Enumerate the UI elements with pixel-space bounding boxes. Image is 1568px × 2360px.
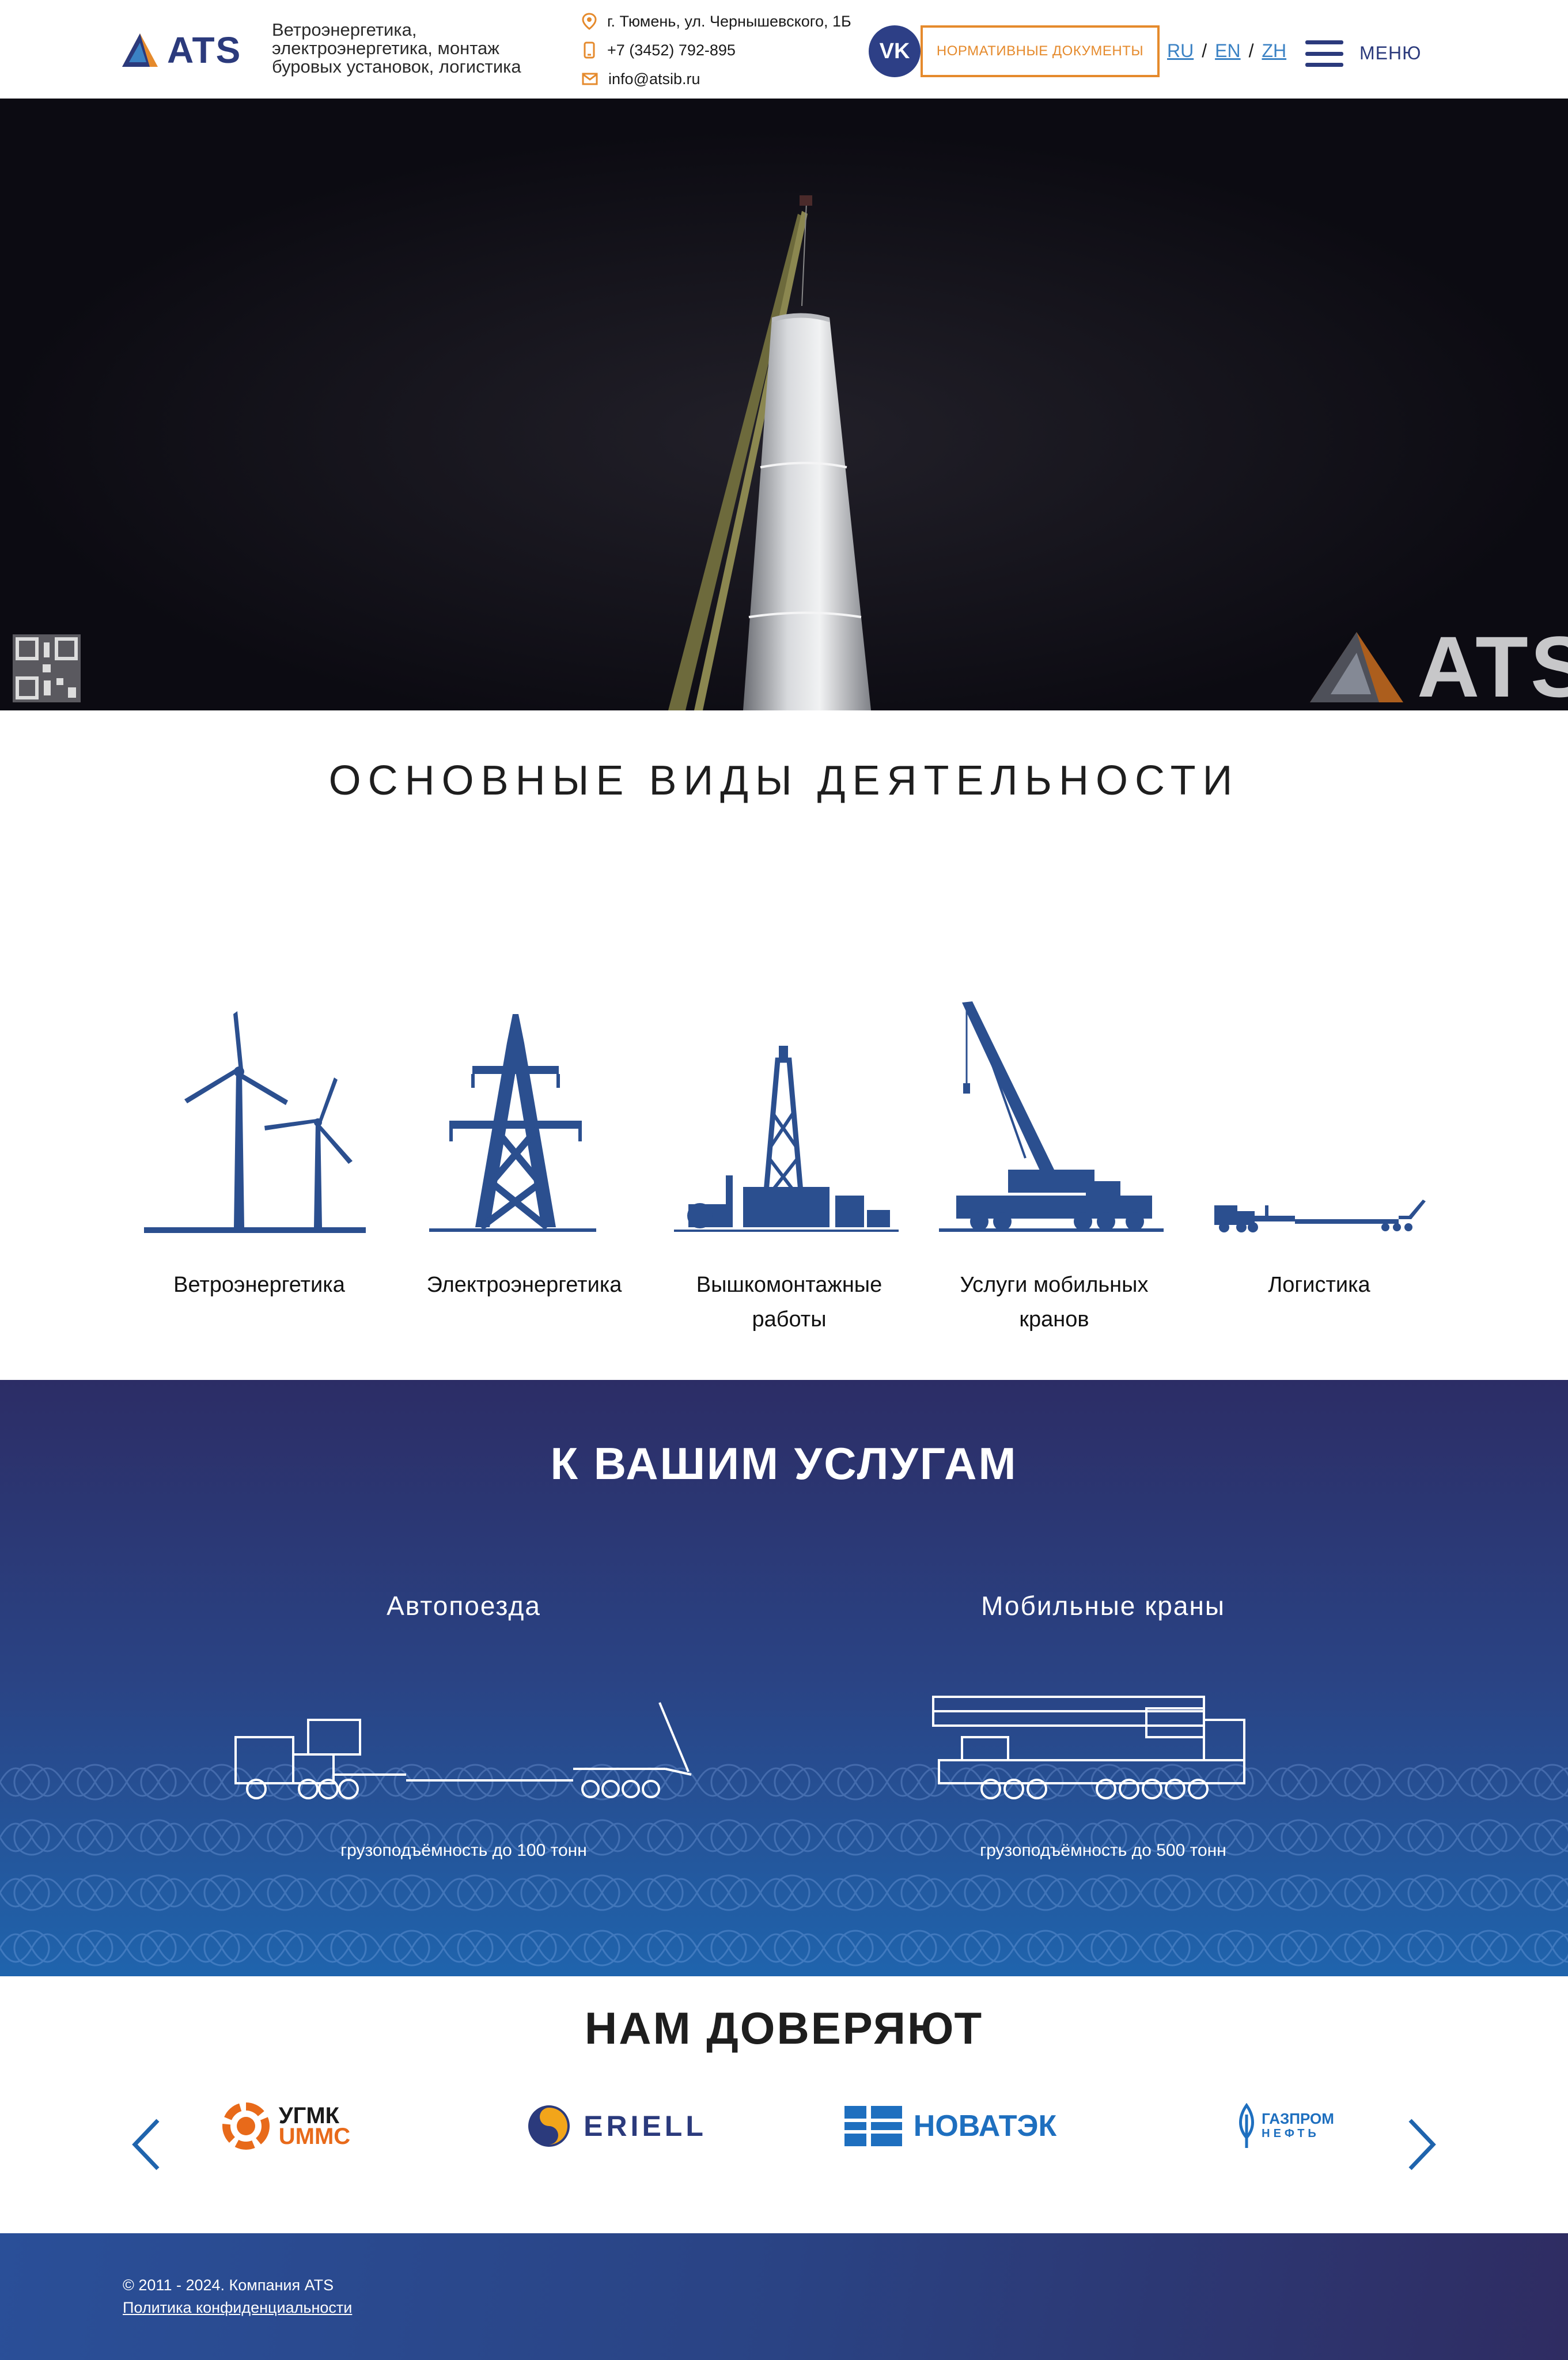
activity-mobile-crane-services[interactable]: Услуги мобильных кранов [927,979,1181,1348]
lang-en[interactable]: EN [1215,40,1240,62]
ats-logo[interactable]: ATS [121,29,241,71]
logo-text: ATS [167,29,242,71]
activity-label: Услуги мобильных кранов [960,1273,1149,1332]
hero-video[interactable]: ATS [0,99,1568,710]
truck-trailer-icon [1214,1200,1426,1232]
client-logo-text: ERIELL [584,2110,707,2142]
client-logo-text: ГАЗПРОМ [1262,2110,1334,2127]
service-mobile-cranes[interactable]: Мобильные краны [844,1590,1362,1621]
client-logo-ugmk[interactable]: УГМК UMMC [207,2092,363,2161]
address-row: г. Тюмень, ул. Чернышевского, 1Б [582,7,881,36]
client-logo-text: НЕФТЬ [1262,2127,1320,2140]
service-capacity: грузоподъёмность до 500 тонн [980,1841,1226,1860]
mobile-crane-outline-icon [932,1696,1245,1799]
client-logo-eriell[interactable]: ERIELL [518,2092,714,2161]
activity-label: Логистика [1268,1273,1370,1297]
clients-title: НАМ ДОВЕРЯЮТ [584,2003,984,2053]
activity-label: Вышкомонтажные работы [696,1273,883,1332]
lang-ru[interactable]: RU [1167,40,1194,62]
qr-code-icon[interactable] [13,634,81,702]
chevron-left-icon[interactable] [129,2116,164,2173]
contact-block: г. Тюмень, ул. Чернышевского, 1Б +7 (345… [582,7,881,93]
novatek-emblem-icon [844,2106,902,2146]
hero-watermark-text: ATS [1417,618,1568,710]
activity-wind-energy[interactable]: Ветроэнергетика [132,979,386,1348]
lang-separator: / [1202,40,1207,61]
service-capacity: грузоподъёмность до 100 тонн [340,1841,587,1860]
chevron-right-icon[interactable] [1404,2116,1439,2173]
menu-label[interactable]: МЕНЮ [1359,43,1421,64]
ugmk-emblem-icon [222,2102,270,2150]
phone-row[interactable]: +7 (3452) 792-895 [582,36,881,65]
client-logo-gazpromneft[interactable]: ГАЗПРОМ НЕФТЬ [1227,2092,1342,2161]
gazprom-flame-icon [1239,2103,1254,2148]
vk-icon: VK [879,39,910,63]
address-text: г. Тюмень, ул. Чернышевского, 1Б [607,12,851,30]
road-train-outline-icon [234,1702,692,1799]
phone-icon [584,41,595,59]
services-section: К ВАШИМ УСЛУГАМ Автопоезда грузоподъёмно… [0,1380,1568,1976]
mobile-crane-icon [939,1001,1164,1232]
ats-logo-icon [122,33,158,67]
wind-turbines-icon [144,1011,366,1233]
envelope-icon [582,73,598,85]
email-text[interactable]: info@atsib.ru [608,70,700,88]
hero-watermark-logo: ATS [1308,617,1568,710]
lang-zh[interactable]: ZH [1262,40,1286,62]
activity-power-energy[interactable]: Электроэнергетика [397,979,651,1348]
activity-label: Ветроэнергетика [173,1273,345,1297]
language-switcher: RU / EN / ZH [1167,40,1286,62]
drilling-rig-icon [674,1046,899,1232]
activities-list: Ветроэнергетика Электроэнергетика Вышком… [132,979,1440,1348]
site-header: ATS Ветроэнергетика, электроэнергетика, … [0,0,1568,99]
client-logo-novatek[interactable]: НОВАТЭК [835,2092,1066,2161]
vk-social-button[interactable]: VK [869,25,921,77]
site-footer: © 2011 - 2024. Компания ATS Политика кон… [0,2233,1568,2360]
activities-title: ОСНОВНЫЕ ВИДЫ ДЕЯТЕЛЬНОСТИ [328,758,1240,804]
service-name: Мобильные краны [981,1591,1225,1621]
ats-watermark-icon [1310,631,1403,702]
lang-separator: / [1248,40,1254,61]
client-logo-text: НОВАТЭК [913,2109,1057,2143]
activity-drilling-rig-works[interactable]: Вышкомонтажные работы [662,979,916,1348]
client-logo-text: УГМК [278,2103,340,2128]
activity-label: Электроэнергетика [426,1273,622,1297]
normative-documents-button[interactable]: Нормативные документы [921,25,1160,77]
company-tagline: Ветроэнергетика, электроэнергетика, монт… [272,20,521,77]
location-pin-icon [582,13,597,30]
activity-logistics[interactable]: Логистика [1192,979,1446,1348]
phone-text[interactable]: +7 (3452) 792-895 [607,41,736,59]
client-logo-text: UMMC [278,2124,351,2149]
email-row[interactable]: info@atsib.ru [582,65,881,93]
eriell-emblem-icon [528,2105,570,2147]
privacy-policy-link[interactable]: Политика конфиденциальности [123,2299,352,2317]
power-tower-icon [429,1014,596,1232]
copyright-text: © 2011 - 2024. Компания ATS [123,2276,334,2294]
hamburger-menu-icon[interactable] [1305,40,1343,67]
services-title: К ВАШИМ УСЛУГАМ [550,1438,1018,1489]
